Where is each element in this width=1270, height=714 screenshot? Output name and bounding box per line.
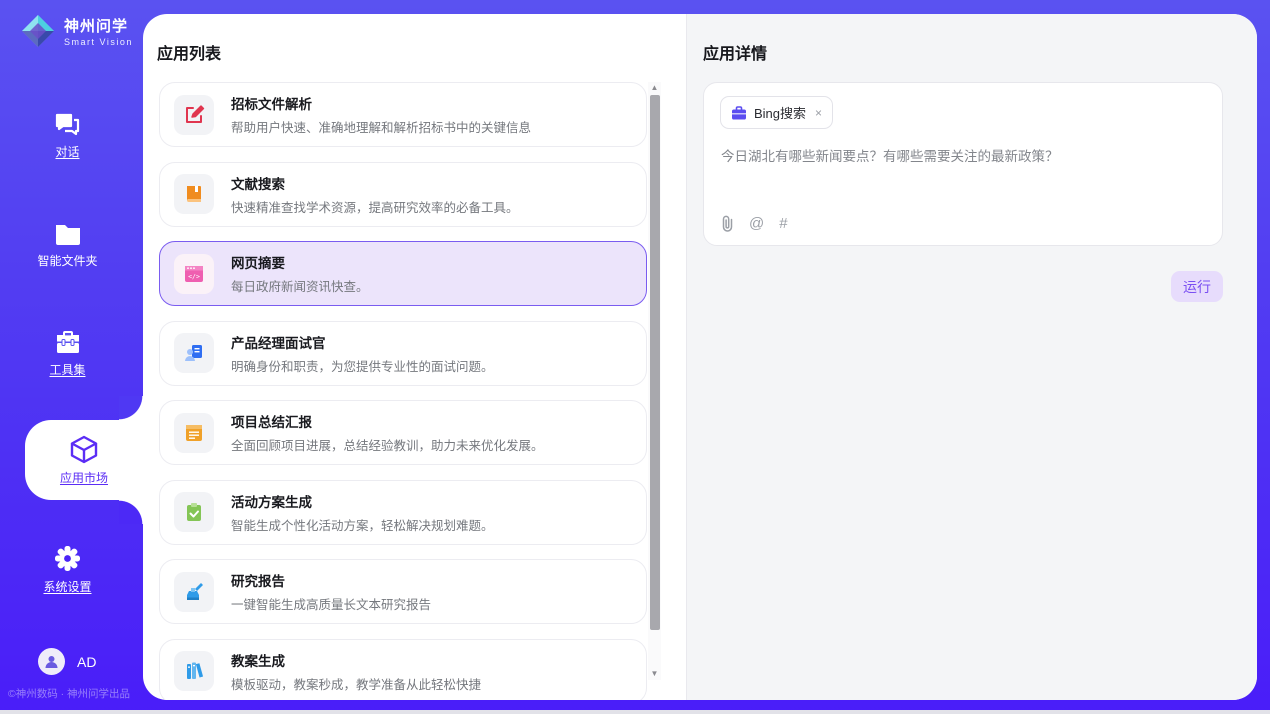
app-detail-panel: 应用详情 Bing搜索 × 今日湖北有哪些新闻要点？有哪些需要关注的最新政策？ (686, 14, 1257, 700)
clipboard-check-icon (174, 492, 214, 532)
app-item-project-summary[interactable]: 项目总结汇报 全面回顾项目进展，总结经验教训，助力未来优化发展。 (159, 400, 647, 465)
brand-diamond-icon (20, 13, 56, 49)
paperclip-icon[interactable] (721, 215, 734, 232)
sidebar-item-label: 智能文件夹 (37, 252, 97, 269)
run-button[interactable]: 运行 (1171, 271, 1223, 302)
user-account[interactable]: AD (38, 648, 96, 675)
app-description: 快速精准查找学术资源，提高研究效率的必备工具。 (231, 197, 519, 216)
app-description: 智能生成个性化活动方案，轻松解决规划难题。 (231, 515, 494, 534)
cube-icon (69, 434, 99, 464)
app-item-bid-document[interactable]: 招标文件解析 帮助用户快速、准确地理解和解析招标书中的关键信息 (159, 82, 647, 147)
sidebar: 神州问学 Smart Vision 对话 智能文件夹 (0, 0, 143, 714)
brand-logo: 神州问学 Smart Vision (20, 13, 133, 49)
app-detail-title: 应用详情 (703, 40, 767, 64)
tool-tag-bing-search[interactable]: Bing搜索 × (720, 96, 833, 129)
app-list: 招标文件解析 帮助用户快速、准确地理解和解析招标书中的关键信息 文献搜索 快速精… (159, 82, 647, 700)
sidebar-item-app-market[interactable]: 应用市场 (25, 420, 143, 500)
sidebar-item-label: 系统设置 (43, 578, 91, 595)
input-toolbar: @ # (721, 215, 788, 232)
app-list-title: 应用列表 (157, 40, 221, 64)
ink-pen-icon (174, 572, 214, 612)
app-description: 每日政府新闻资讯快查。 (231, 276, 369, 295)
sidebar-item-label: 应用市场 (60, 469, 108, 486)
app-item-literature-search[interactable]: 文献搜索 快速精准查找学术资源，提高研究效率的必备工具。 (159, 162, 647, 227)
app-description: 全面回顾项目进展，总结经验教训，助力未来优化发展。 (231, 435, 544, 454)
user-name: AD (77, 654, 96, 670)
sidebar-item-smart-folder[interactable]: 智能文件夹 (0, 222, 135, 269)
app-description: 帮助用户快速、准确地理解和解析招标书中的关键信息 (231, 117, 531, 136)
hash-icon[interactable]: # (779, 215, 787, 232)
sidebar-item-label: 对话 (55, 143, 79, 160)
scrollbar-thumb[interactable] (650, 95, 660, 630)
avatar (38, 648, 65, 675)
brand-subtitle: Smart Vision (64, 37, 133, 47)
app-item-lesson-plan[interactable]: 教案生成 模板驱动，教案秒成，教学准备从此轻松快捷 (159, 639, 647, 701)
main-content: 应用列表 招标文件解析 帮助用户快速、准确地理解和解析招标书中的关键信息 (143, 14, 1257, 700)
toolbox-icon (54, 330, 82, 355)
app-title: 文献搜索 (231, 173, 519, 193)
scrollbar-up-arrow-icon[interactable]: ▲ (648, 82, 661, 94)
scrollbar-down-arrow-icon[interactable]: ▼ (648, 668, 661, 680)
app-description: 一键智能生成高质量长文本研究报告 (231, 594, 431, 613)
app-title: 活动方案生成 (231, 491, 494, 511)
copyright-text: ©神州数码 · 神州问学出品 (0, 686, 138, 701)
close-icon[interactable]: × (815, 106, 822, 120)
app-title: 项目总结汇报 (231, 411, 544, 431)
app-list-scrollbar[interactable]: ▲ ▼ (648, 82, 661, 680)
interviewer-icon (174, 333, 214, 373)
webpage-code-icon: </> (174, 254, 214, 294)
folder-icon (54, 222, 82, 246)
bid-document-icon (174, 95, 214, 135)
gear-icon (54, 545, 81, 572)
window-bottom-strip (0, 710, 1270, 714)
sidebar-item-chat[interactable]: 对话 (0, 112, 135, 160)
app-description: 明确身份和职责，为您提供专业性的面试问题。 (231, 356, 494, 375)
brand-name: 神州问学 (64, 15, 133, 36)
app-title: 产品经理面试官 (231, 332, 494, 352)
app-description: 模板驱动，教案秒成，教学准备从此轻松快捷 (231, 674, 481, 693)
app-title: 网页摘要 (231, 252, 369, 272)
chat-icon (54, 112, 81, 137)
at-sign-icon[interactable]: @ (749, 215, 764, 232)
app-title: 招标文件解析 (231, 93, 531, 113)
sidebar-item-toolset[interactable]: 工具集 (0, 330, 135, 378)
books-icon (174, 651, 214, 691)
book-icon (174, 174, 214, 214)
svg-text:</>: </> (188, 272, 200, 280)
report-note-icon (174, 413, 214, 453)
app-title: 教案生成 (231, 650, 481, 670)
app-title: 研究报告 (231, 570, 431, 590)
tool-tag-label: Bing搜索 (754, 103, 806, 122)
app-item-event-plan[interactable]: 活动方案生成 智能生成个性化活动方案，轻松解决规划难题。 (159, 480, 647, 545)
query-text[interactable]: 今日湖北有哪些新闻要点？有哪些需要关注的最新政策？ (721, 147, 1201, 167)
briefcase-icon (731, 106, 747, 120)
app-item-pm-interviewer[interactable]: 产品经理面试官 明确身份和职责，为您提供专业性的面试问题。 (159, 321, 647, 386)
app-item-research-report[interactable]: 研究报告 一键智能生成高质量长文本研究报告 (159, 559, 647, 624)
app-item-webpage-summary[interactable]: </> 网页摘要 每日政府新闻资讯快查。 (159, 241, 647, 306)
sidebar-item-label: 工具集 (49, 361, 85, 378)
bubble-flare-top (119, 396, 143, 420)
query-card[interactable]: Bing搜索 × 今日湖北有哪些新闻要点？有哪些需要关注的最新政策？ @ # (703, 82, 1223, 246)
sidebar-item-settings[interactable]: 系统设置 (0, 545, 135, 595)
bubble-flare-bottom (119, 500, 143, 524)
